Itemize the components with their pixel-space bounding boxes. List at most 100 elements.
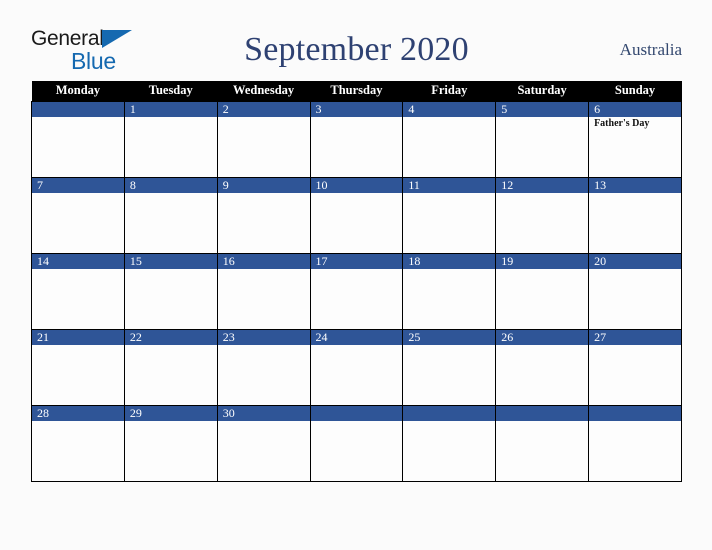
- day-number: 11: [403, 177, 496, 193]
- calendar-day-cell[interactable]: 3: [309, 100, 404, 178]
- day-number: [589, 405, 681, 421]
- calendar-day-cell[interactable]: 20: [588, 252, 682, 330]
- day-body[interactable]: [496, 193, 588, 252]
- calendar-day-cell[interactable]: 15: [123, 252, 218, 330]
- day-body[interactable]: [311, 193, 403, 252]
- day-number: 15: [124, 253, 217, 269]
- calendar-page: General Blue September 2020 Australia Mo…: [0, 0, 712, 550]
- calendar-day-cell[interactable]: 13: [588, 176, 682, 254]
- calendar-day-cell[interactable]: 8: [123, 176, 218, 254]
- calendar-day-cell[interactable]: [495, 404, 590, 482]
- calendar-day-cell[interactable]: 28: [31, 404, 125, 482]
- calendar-day-cell[interactable]: 30: [216, 404, 311, 482]
- day-body[interactable]: [496, 345, 588, 404]
- calendar-day-cell[interactable]: 14: [31, 252, 125, 330]
- day-number: 1: [124, 101, 217, 117]
- calendar-day-cell[interactable]: 1: [123, 100, 218, 178]
- calendar-day-cell[interactable]: 17: [309, 252, 404, 330]
- day-body[interactable]: [311, 117, 403, 176]
- day-body[interactable]: [403, 345, 495, 404]
- calendar-day-cell[interactable]: 25: [402, 328, 497, 406]
- day-body[interactable]: [403, 117, 495, 176]
- day-number: [32, 101, 124, 117]
- calendar-day-cell[interactable]: 11: [402, 176, 497, 254]
- day-body[interactable]: [218, 269, 310, 328]
- calendar-day-cell[interactable]: 12: [495, 176, 590, 254]
- calendar-week-row: 14 15 16 17 18 19 20: [31, 252, 682, 330]
- day-body[interactable]: [32, 117, 124, 176]
- calendar-day-cell[interactable]: 29: [123, 404, 218, 482]
- calendar-day-cell[interactable]: 21: [31, 328, 125, 406]
- calendar-day-cell[interactable]: 22: [123, 328, 218, 406]
- day-body[interactable]: [403, 269, 495, 328]
- day-number: 7: [32, 177, 124, 193]
- day-number: 27: [589, 329, 681, 345]
- day-number: 30: [217, 405, 310, 421]
- calendar-day-cell[interactable]: 18: [402, 252, 497, 330]
- day-number: 3: [310, 101, 403, 117]
- day-event: Father's Day: [594, 117, 650, 129]
- day-number: 29: [124, 405, 217, 421]
- weekday-header-saturday: Saturday: [495, 81, 589, 101]
- day-body[interactable]: [218, 421, 310, 480]
- calendar-day-cell[interactable]: 7: [31, 176, 125, 254]
- day-body[interactable]: [496, 117, 588, 176]
- day-body[interactable]: [32, 193, 124, 252]
- day-number: 25: [403, 329, 496, 345]
- day-number: 13: [589, 177, 681, 193]
- day-body[interactable]: [32, 269, 124, 328]
- day-body[interactable]: [218, 193, 310, 252]
- day-body[interactable]: [589, 269, 681, 328]
- day-body[interactable]: [32, 345, 124, 404]
- day-number: 9: [217, 177, 310, 193]
- calendar-day-cell[interactable]: [309, 404, 404, 482]
- day-body[interactable]: [125, 421, 217, 480]
- day-number: 6: [589, 101, 681, 117]
- calendar-day-cell[interactable]: 5: [495, 100, 590, 178]
- day-number: 24: [310, 329, 403, 345]
- day-body[interactable]: [589, 193, 681, 252]
- day-body[interactable]: [311, 421, 403, 480]
- calendar-day-cell[interactable]: 24: [309, 328, 404, 406]
- calendar-day-cell[interactable]: [402, 404, 497, 482]
- day-body[interactable]: Father's Day: [589, 117, 681, 176]
- day-body[interactable]: [589, 345, 681, 404]
- calendar-day-cell[interactable]: 9: [216, 176, 311, 254]
- country-label: Australia: [619, 40, 682, 59]
- calendar-day-cell[interactable]: 19: [495, 252, 590, 330]
- day-body[interactable]: [218, 117, 310, 176]
- calendar-week-row: 28 29 30: [31, 404, 682, 482]
- day-body[interactable]: [218, 345, 310, 404]
- calendar-day-cell[interactable]: [588, 404, 682, 482]
- calendar-day-cell[interactable]: 27: [588, 328, 682, 406]
- day-number: [403, 405, 496, 421]
- calendar-day-cell[interactable]: 23: [216, 328, 311, 406]
- day-body[interactable]: [496, 421, 588, 480]
- calendar-day-cell[interactable]: 4: [402, 100, 497, 178]
- calendar-day-cell[interactable]: 16: [216, 252, 311, 330]
- weekday-header-sunday: Sunday: [588, 81, 682, 101]
- day-body[interactable]: [311, 269, 403, 328]
- day-number: 20: [589, 253, 681, 269]
- calendar-day-cell[interactable]: 26: [495, 328, 590, 406]
- day-number: 26: [496, 329, 589, 345]
- day-number: 4: [403, 101, 496, 117]
- day-body[interactable]: [311, 345, 403, 404]
- day-number: 5: [496, 101, 589, 117]
- day-body[interactable]: [125, 269, 217, 328]
- day-number: 18: [403, 253, 496, 269]
- day-body[interactable]: [32, 421, 124, 480]
- weekday-header-friday: Friday: [402, 81, 496, 101]
- day-body[interactable]: [403, 193, 495, 252]
- day-body[interactable]: [403, 421, 495, 480]
- calendar-day-cell[interactable]: 10: [309, 176, 404, 254]
- day-body[interactable]: [125, 117, 217, 176]
- day-body[interactable]: [589, 421, 681, 480]
- day-body[interactable]: [125, 193, 217, 252]
- day-body[interactable]: [125, 345, 217, 404]
- calendar-day-cell[interactable]: [31, 100, 125, 178]
- calendar-week-row: 7 8 9 10 11 12 13: [31, 176, 682, 254]
- calendar-day-cell[interactable]: 2: [216, 100, 311, 178]
- day-body[interactable]: [496, 269, 588, 328]
- calendar-day-cell[interactable]: 6 Father's Day: [588, 100, 682, 178]
